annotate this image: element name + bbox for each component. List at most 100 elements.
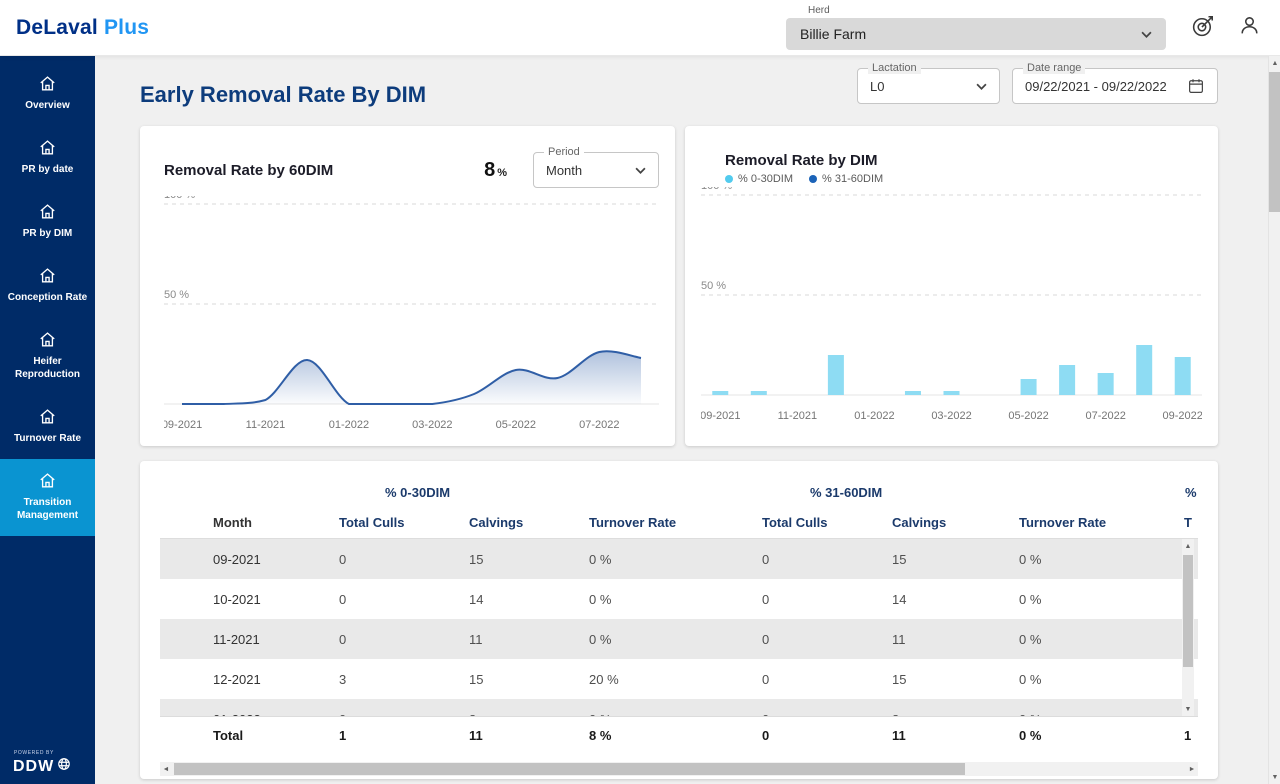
date-range-label: Date range — [1023, 62, 1085, 74]
sidebar: OverviewPR by date PR by DIM Conception Ra… — [0, 56, 95, 784]
table-cell: 0 % — [1003, 728, 1168, 743]
logo-primary: DeLaval — [16, 16, 98, 39]
period-label: Period — [544, 146, 584, 158]
table-cell: Total — [160, 728, 323, 743]
table-column-header-row: MonthTotal CullsCalvingsTurnover RateTot… — [160, 507, 1198, 539]
table-cell: 11 — [876, 632, 1003, 647]
home-icon — [38, 74, 57, 94]
table-row: 09-20210150 %0150 % — [160, 539, 1198, 579]
table-total-row: Total1118 %0110 %1 — [160, 716, 1198, 754]
table-card: % 0-30DIM% 31-60DIM%MonthTotal CullsCalv… — [140, 461, 1218, 779]
sidebar-item-overview[interactable]: Overview — [0, 62, 95, 126]
sidebar-item-turnover-rate[interactable]: Turnover Rate — [0, 395, 95, 459]
legend-dot-icon — [725, 175, 733, 183]
scroll-down-arrow[interactable]: ▼ — [1182, 702, 1194, 716]
table-cell: 8 — [876, 712, 1003, 717]
page-head: Early Removal Rate By DIM Lactation L0 D… — [140, 56, 1218, 126]
svg-text:07-2022: 07-2022 — [1085, 410, 1125, 422]
table-cell: 0 — [323, 592, 453, 607]
line-chart-card: Removal Rate by 60DIM 8% Period Month 10… — [140, 126, 675, 446]
scrollbar-thumb[interactable] — [1183, 555, 1193, 667]
table-cell: 0 % — [573, 552, 746, 567]
table-cell: 0 % — [1003, 552, 1168, 567]
table-cell: 0 % — [1003, 672, 1168, 687]
date-range-input[interactable]: Date range 09/22/2021 - 09/22/2022 — [1012, 68, 1218, 104]
lactation-select[interactable]: Lactation L0 — [857, 68, 1000, 104]
table-cell: 20 % — [573, 672, 746, 687]
svg-text:50 %: 50 % — [701, 280, 726, 292]
sidebar-item-transition-management[interactable]: Transition Management — [0, 459, 95, 536]
svg-text:09-2021: 09-2021 — [164, 419, 202, 431]
scrollbar-thumb[interactable] — [174, 763, 965, 775]
table-row: 01-2022080 %080 % — [160, 699, 1198, 716]
sidebar-item-label: Conception Rate — [8, 291, 87, 304]
table-cell: 0 — [323, 632, 453, 647]
sidebar-item-conception-rate[interactable]: Conception Rate — [0, 254, 95, 318]
table-cell: 11 — [453, 728, 573, 743]
scroll-right-arrow[interactable]: ► — [1186, 762, 1198, 776]
scroll-up-arrow[interactable]: ▲ — [1269, 56, 1280, 70]
table-cell: 14 — [453, 592, 573, 607]
bar-chart-title: Removal Rate by DIM — [725, 152, 1202, 169]
table-cell: 3 — [323, 672, 453, 687]
legend-dot-icon — [809, 175, 817, 183]
scroll-up-arrow[interactable]: ▲ — [1182, 539, 1194, 553]
svg-text:09-2021: 09-2021 — [701, 410, 740, 422]
herd-selector: Herd Billie Farm — [786, 5, 1166, 50]
home-icon — [38, 266, 57, 286]
svg-text:05-2022: 05-2022 — [496, 419, 536, 431]
scrollbar-track[interactable] — [172, 762, 1186, 776]
scroll-down-arrow[interactable]: ▼ — [1269, 770, 1280, 784]
table-cell: 0 — [746, 728, 876, 743]
table-cell: 0 — [323, 552, 453, 567]
table-cell: 0 — [323, 712, 453, 717]
bar-chart-header: Removal Rate by DIM % 0-30DIM% 31-60DIM — [701, 152, 1202, 185]
home-icon — [38, 138, 57, 158]
target-icon — [1190, 12, 1217, 44]
svg-text:07-2022: 07-2022 — [579, 419, 619, 431]
sidebar-item-pr-by-date[interactable]: PR by date — [0, 126, 95, 190]
target-icon-button[interactable] — [1188, 13, 1218, 43]
period-select[interactable]: Period Month — [533, 152, 659, 188]
sidebar-item-label: PR by DIM — [23, 227, 72, 240]
scrollbar-thumb[interactable] — [1269, 72, 1280, 212]
home-icon — [38, 330, 57, 350]
table-row: 11-20210110 %0110 % — [160, 619, 1198, 659]
table-horizontal-scrollbar[interactable]: ◄ ► — [160, 762, 1198, 776]
line-chart-title: Removal Rate by 60DIM — [164, 162, 484, 179]
scrollbar-track[interactable] — [1182, 553, 1194, 702]
svg-text:03-2022: 03-2022 — [931, 410, 971, 422]
herd-label: Herd — [808, 5, 1166, 16]
svg-text:03-2022: 03-2022 — [412, 419, 452, 431]
user-icon-button[interactable] — [1234, 13, 1264, 43]
powered-by-label: POWERED BY — [0, 750, 95, 756]
svg-text:09-2022: 09-2022 — [1163, 410, 1202, 422]
line-chart-header: Removal Rate by 60DIM 8% Period Month — [164, 152, 659, 188]
scrollbar-track[interactable] — [1269, 70, 1280, 770]
table-cell: 8 % — [573, 728, 746, 743]
sidebar-nav: OverviewPR by date PR by DIM Conception Ra… — [0, 56, 95, 536]
table-cell: 0 % — [1003, 712, 1168, 717]
column-header: Total Culls — [746, 515, 876, 530]
scroll-left-arrow[interactable]: ◄ — [160, 762, 172, 776]
svg-text:05-2022: 05-2022 — [1008, 410, 1048, 422]
column-header: Month — [160, 515, 323, 530]
bar-chart-card: Removal Rate by DIM % 0-30DIM% 31-60DIM … — [685, 126, 1218, 446]
home-icon — [38, 407, 57, 427]
home-icon — [38, 471, 57, 491]
top-header: DeLavalPlus Herd Billie Farm — [0, 0, 1280, 56]
table-vertical-scrollbar[interactable]: ▲ ▼ — [1182, 539, 1194, 716]
table-cell: 0 % — [573, 712, 746, 717]
table-scroll-area: % 0-30DIM% 31-60DIM%MonthTotal CullsCalv… — [160, 477, 1198, 754]
table-cell: 0 — [746, 712, 876, 717]
svg-text:100 %: 100 % — [701, 187, 732, 192]
page-scrollbar[interactable]: ▲ ▼ — [1268, 56, 1280, 784]
legend-item--0-30dim: % 0-30DIM — [725, 173, 793, 185]
sidebar-item-heifer-reproduction[interactable]: Heifer Reproduction — [0, 318, 95, 395]
table-cell: 0 — [746, 632, 876, 647]
table-cell: 11 — [453, 632, 573, 647]
herd-select[interactable]: Billie Farm — [786, 18, 1166, 50]
user-icon — [1237, 13, 1262, 43]
group-header: % 0-30DIM — [323, 485, 746, 500]
sidebar-item-pr-by-dim[interactable]: PR by DIM — [0, 190, 95, 254]
